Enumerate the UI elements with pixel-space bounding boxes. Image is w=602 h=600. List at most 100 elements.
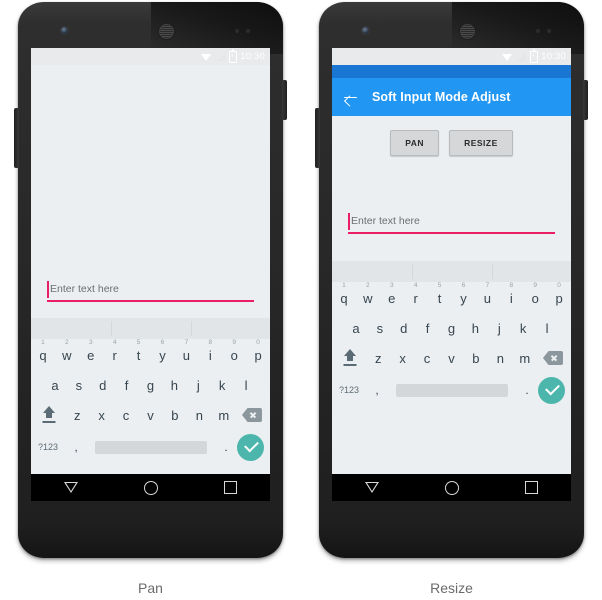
comma-key[interactable]: , <box>366 383 388 397</box>
phone-device-pan: 10:30 Enter text here 1 q 2 w 3 e 4 r 5 … <box>14 2 287 558</box>
key-y[interactable]: 6y <box>151 339 175 363</box>
wifi-icon <box>502 53 513 61</box>
suggestion-divider <box>492 264 493 279</box>
key-f[interactable]: f <box>416 321 440 336</box>
key-p[interactable]: 0p <box>246 339 270 363</box>
key-d[interactable]: d <box>91 378 115 393</box>
key-f[interactable]: f <box>115 378 139 393</box>
volume-button[interactable] <box>14 108 19 168</box>
key-r[interactable]: 4r <box>103 339 127 363</box>
key-j[interactable]: j <box>487 321 511 336</box>
key-l[interactable]: l <box>535 321 559 336</box>
back-triangle-icon[interactable] <box>64 482 78 493</box>
key-e[interactable]: 3e <box>380 282 404 306</box>
period-key[interactable]: . <box>215 440 237 454</box>
suggestion-strip[interactable] <box>332 261 571 283</box>
key-q[interactable]: 1q <box>332 282 356 306</box>
navigation-bar <box>332 474 571 501</box>
key-w[interactable]: 2w <box>356 282 380 306</box>
space-key[interactable] <box>396 383 508 397</box>
key-w[interactable]: 2w <box>55 339 79 363</box>
key-b[interactable]: b <box>464 351 488 366</box>
panel-caption-pan: Pan <box>138 580 163 596</box>
key-c[interactable]: c <box>114 408 138 423</box>
pan-button[interactable]: PAN <box>390 130 440 156</box>
key-i[interactable]: 8i <box>499 282 523 306</box>
navigation-bar <box>31 474 270 501</box>
key-a[interactable]: a <box>43 378 67 393</box>
edit-text-pan[interactable]: Enter text here <box>47 281 254 302</box>
home-circle-icon[interactable] <box>445 480 459 495</box>
key-n[interactable]: n <box>488 351 512 366</box>
key-q[interactable]: 1q <box>31 339 55 363</box>
key-h[interactable]: h <box>463 321 487 336</box>
edit-text-resize[interactable]: Enter text here <box>348 213 555 234</box>
soft-keyboard-resize[interactable]: 1q 2w 3e 4r 5t 6y 7u 8i 9o 0p a s d f g … <box>332 261 571 407</box>
key-t[interactable]: 5t <box>127 339 151 363</box>
key-k[interactable]: k <box>210 378 234 393</box>
wifi-icon <box>201 53 212 61</box>
power-button[interactable] <box>282 80 287 120</box>
key-e[interactable]: 3e <box>79 339 103 363</box>
key-m[interactable]: m <box>513 351 537 366</box>
key-k[interactable]: k <box>511 321 535 336</box>
shift-icon[interactable] <box>334 343 366 373</box>
recents-square-icon[interactable] <box>224 481 237 494</box>
shift-icon[interactable] <box>33 400 65 430</box>
status-clock: 10:30 <box>541 51 566 62</box>
suggestion-divider <box>111 321 112 336</box>
key-x[interactable]: x <box>390 351 414 366</box>
keyboard-row-3: z x c v b n m <box>31 400 270 430</box>
key-j[interactable]: j <box>186 378 210 393</box>
key-z[interactable]: z <box>65 408 89 423</box>
key-a[interactable]: a <box>344 321 368 336</box>
key-u[interactable]: 7u <box>475 282 499 306</box>
check-icon[interactable] <box>237 433 264 461</box>
key-t[interactable]: 5t <box>428 282 452 306</box>
period-key[interactable]: . <box>516 383 538 397</box>
key-h[interactable]: h <box>162 378 186 393</box>
key-z[interactable]: z <box>366 351 390 366</box>
key-o[interactable]: 9o <box>222 339 246 363</box>
check-icon[interactable] <box>538 376 565 404</box>
backspace-icon[interactable] <box>537 343 569 373</box>
power-button[interactable] <box>583 80 588 120</box>
back-triangle-icon[interactable] <box>365 482 379 493</box>
key-v[interactable]: v <box>439 351 463 366</box>
comma-key[interactable]: , <box>65 440 87 454</box>
key-s[interactable]: s <box>368 321 392 336</box>
figure-root: 10:30 Enter text here 1 q 2 w 3 e 4 r 5 … <box>0 0 602 600</box>
suggestion-strip[interactable] <box>31 318 270 340</box>
back-arrow-icon[interactable] <box>343 90 358 105</box>
key-g[interactable]: g <box>440 321 464 336</box>
key-m[interactable]: m <box>212 408 236 423</box>
key-y[interactable]: 6y <box>452 282 476 306</box>
volume-button[interactable] <box>315 108 320 168</box>
backspace-icon[interactable] <box>236 400 268 430</box>
key-n[interactable]: n <box>187 408 211 423</box>
key-u[interactable]: 7u <box>174 339 198 363</box>
key-b[interactable]: b <box>163 408 187 423</box>
resize-button[interactable]: RESIZE <box>449 130 513 156</box>
key-l[interactable]: l <box>234 378 258 393</box>
phone-top-bezel <box>18 2 283 54</box>
key-p[interactable]: 0p <box>547 282 571 306</box>
soft-keyboard-pan[interactable]: 1q 2w 3e 4r 5t 6y 7u 8i 9o 0p a s d f g … <box>31 318 270 464</box>
key-r[interactable]: 4r <box>404 282 428 306</box>
space-key[interactable] <box>95 440 207 454</box>
key-g[interactable]: g <box>139 378 163 393</box>
home-circle-icon[interactable] <box>144 480 158 495</box>
symbols-key[interactable]: ?123 <box>31 442 65 452</box>
key-o[interactable]: 9o <box>523 282 547 306</box>
key-d[interactable]: d <box>392 321 416 336</box>
key-x[interactable]: x <box>89 408 113 423</box>
key-v[interactable]: v <box>138 408 162 423</box>
panel-pan: 10:30 Enter text here 1 q 2 w 3 e 4 r 5 … <box>0 0 301 600</box>
text-caret <box>47 281 49 298</box>
key-i[interactable]: 8i <box>198 339 222 363</box>
keyboard-row-4: ?123 , . <box>332 373 571 407</box>
symbols-key[interactable]: ?123 <box>332 385 366 395</box>
recents-square-icon[interactable] <box>525 481 538 494</box>
key-c[interactable]: c <box>415 351 439 366</box>
key-s[interactable]: s <box>67 378 91 393</box>
